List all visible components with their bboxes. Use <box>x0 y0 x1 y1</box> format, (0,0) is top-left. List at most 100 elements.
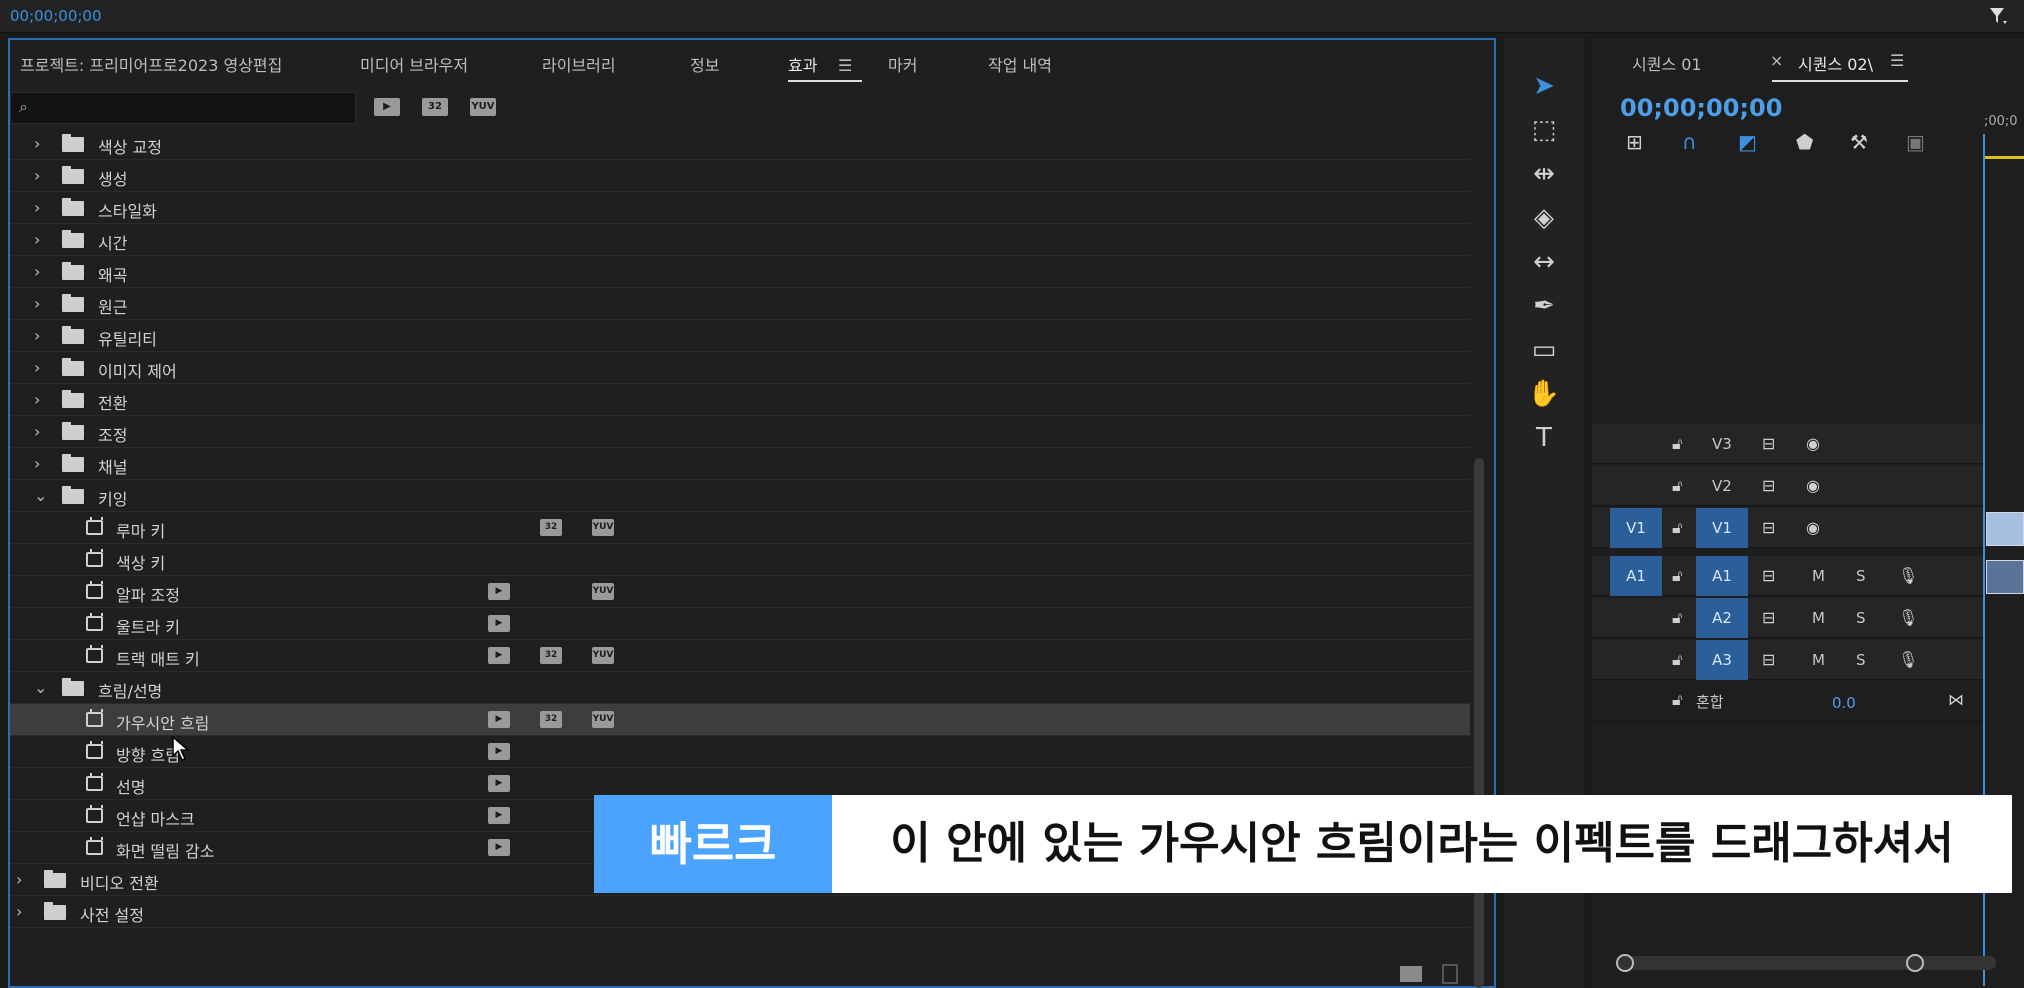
tree-effect[interactable]: 트랙 매트 키 ▶ 32 YUV <box>10 640 1470 672</box>
rectangle-tool-icon[interactable]: ▭ <box>1526 332 1562 368</box>
mix-volume-value[interactable]: 0.0 <box>1832 694 1856 712</box>
yuv-filter-button[interactable]: YUV <box>470 98 496 116</box>
sync-lock-icon[interactable]: ⊟ <box>1762 434 1775 453</box>
scroll-handle-right[interactable] <box>1906 954 1924 972</box>
tree-effect-selected[interactable]: 가우시안 흐림 ▶ 32 YUV <box>10 704 1470 736</box>
timeline-horizontal-scrollbar[interactable] <box>1616 954 1996 972</box>
tab-effects[interactable]: 효과 <box>788 52 817 76</box>
tree-folder[interactable]: › 색상 교정 <box>10 128 1470 160</box>
captions-icon[interactable]: ▣ <box>1906 130 1925 154</box>
tab-sequence-01[interactable]: 시퀀스 01 <box>1632 51 1702 75</box>
sync-lock-icon[interactable]: ⊟ <box>1762 650 1775 669</box>
chevron-right-icon[interactable]: › <box>16 870 22 889</box>
hand-tool-icon[interactable]: ✋ <box>1526 376 1562 412</box>
add-marker-icon[interactable]: ⬟ <box>1796 130 1813 154</box>
snap-magnet-icon[interactable]: ∩ <box>1682 130 1697 154</box>
razor-tool-icon[interactable]: ◈ <box>1526 200 1562 236</box>
tree-folder[interactable]: › 원근 <box>10 288 1470 320</box>
lock-icon[interactable]: 🔓︎ <box>1672 518 1682 538</box>
tab-markers[interactable]: 마커 <box>888 52 917 76</box>
chevron-right-icon[interactable]: › <box>34 198 40 217</box>
chevron-right-icon[interactable]: › <box>34 262 40 281</box>
solo-button[interactable]: S <box>1856 609 1866 627</box>
chevron-right-icon[interactable]: › <box>34 134 40 153</box>
tree-effect[interactable]: 울트라 키 ▶ <box>10 608 1470 640</box>
tree-effect[interactable]: 색상 키 <box>10 544 1470 576</box>
bowtie-icon[interactable]: ⋈ <box>1948 690 1964 709</box>
chevron-right-icon[interactable]: › <box>34 166 40 185</box>
sequence-menu-icon[interactable]: ☰ <box>1890 51 1904 70</box>
tree-folder[interactable]: › 조정 <box>10 416 1470 448</box>
chevron-right-icon[interactable]: › <box>34 326 40 345</box>
microphone-icon[interactable]: 🎙︎ <box>1898 566 1918 585</box>
lock-icon[interactable]: 🔓︎ <box>1672 476 1682 496</box>
close-tab-icon[interactable]: × <box>1770 51 1783 70</box>
tree-folder[interactable]: › 사전 설정 <box>10 896 1470 928</box>
microphone-icon[interactable]: 🎙︎ <box>1898 650 1918 669</box>
mute-button[interactable]: M <box>1812 651 1825 669</box>
32bit-filter-button[interactable]: 32 <box>422 98 448 116</box>
chevron-right-icon[interactable]: › <box>34 358 40 377</box>
panel-menu-icon[interactable]: ☰ <box>838 56 852 75</box>
tree-folder[interactable]: › 스타일화 <box>10 192 1470 224</box>
track-target-a3[interactable]: A3 <box>1696 640 1748 680</box>
tree-folder[interactable]: › 유틸리티 <box>10 320 1470 352</box>
tree-effect[interactable]: 방향 흐림 ▶ <box>10 736 1470 768</box>
mute-button[interactable]: M <box>1812 609 1825 627</box>
eye-icon[interactable]: ◉ <box>1806 518 1820 537</box>
tree-folder[interactable]: › 전환 <box>10 384 1470 416</box>
eye-icon[interactable]: ◉ <box>1806 434 1820 453</box>
linked-selection-icon[interactable]: ◩ <box>1738 130 1757 154</box>
tree-folder[interactable]: › 시간 <box>10 224 1470 256</box>
chevron-right-icon[interactable]: › <box>34 230 40 249</box>
trash-icon[interactable] <box>1442 964 1458 984</box>
new-bin-icon[interactable] <box>1400 966 1422 982</box>
ripple-edit-tool-icon[interactable]: ⇹ <box>1526 156 1562 192</box>
tree-folder[interactable]: › 이미지 제어 <box>10 352 1470 384</box>
solo-button[interactable]: S <box>1856 651 1866 669</box>
selection-tool-icon[interactable]: ➤ <box>1526 68 1562 104</box>
chevron-down-icon[interactable]: ⌄ <box>34 486 47 505</box>
tab-libraries[interactable]: 라이브러리 <box>542 52 616 76</box>
chevron-right-icon[interactable]: › <box>34 390 40 409</box>
filter-icon[interactable] <box>1988 5 2008 27</box>
chevron-right-icon[interactable]: › <box>16 902 22 921</box>
tree-folder[interactable]: › 생성 <box>10 160 1470 192</box>
chevron-right-icon[interactable]: › <box>34 294 40 313</box>
chevron-down-icon[interactable]: ⌄ <box>34 678 47 697</box>
sync-lock-icon[interactable]: ⊟ <box>1762 608 1775 627</box>
tree-folder[interactable]: › 채널 <box>10 448 1470 480</box>
work-area-bar[interactable] <box>1985 156 2024 159</box>
lock-icon[interactable]: 🔓︎ <box>1672 434 1682 454</box>
track-select-tool-icon[interactable]: ⬚ <box>1526 112 1562 148</box>
playhead-timecode[interactable]: 00;00;00;00 <box>1620 94 1782 122</box>
sync-lock-icon[interactable]: ⊟ <box>1762 476 1775 495</box>
accelerated-effects-filter-icon[interactable]: ▶ <box>374 98 400 116</box>
lock-icon[interactable]: 🔓︎ <box>1672 650 1682 670</box>
tree-folder-open[interactable]: ⌄ 키잉 <box>10 480 1470 512</box>
chevron-right-icon[interactable]: › <box>34 454 40 473</box>
audio-clip[interactable] <box>1986 560 2024 594</box>
video-clip[interactable] <box>1986 512 2024 546</box>
microphone-icon[interactable]: 🎙︎ <box>1898 608 1918 627</box>
lock-icon[interactable]: 🔓︎ <box>1672 690 1682 710</box>
tree-effect[interactable]: 루마 키 32 YUV <box>10 512 1470 544</box>
effects-search-input[interactable]: ⌕ <box>10 92 356 124</box>
tab-history[interactable]: 작업 내역 <box>988 52 1052 76</box>
solo-button[interactable]: S <box>1856 567 1866 585</box>
chevron-right-icon[interactable]: › <box>34 422 40 441</box>
slip-tool-icon[interactable]: ↔ <box>1526 244 1562 280</box>
wrench-settings-icon[interactable]: ⚒ <box>1850 130 1868 154</box>
source-patch-a1[interactable]: A1 <box>1610 556 1662 596</box>
tab-info[interactable]: 정보 <box>690 52 719 76</box>
track-target-a1[interactable]: A1 <box>1696 556 1748 596</box>
lock-icon[interactable]: 🔓︎ <box>1672 608 1682 628</box>
tab-media-browser[interactable]: 미디어 브라우저 <box>360 52 468 76</box>
eye-icon[interactable]: ◉ <box>1806 476 1820 495</box>
track-target-a2[interactable]: A2 <box>1696 598 1748 638</box>
scroll-handle-left[interactable] <box>1616 954 1634 972</box>
lock-icon[interactable]: 🔓︎ <box>1672 566 1682 586</box>
tree-folder-open[interactable]: ⌄ 흐림/선명 <box>10 672 1470 704</box>
source-patch-v1[interactable]: V1 <box>1610 508 1662 548</box>
pen-tool-icon[interactable]: ✒ <box>1526 288 1562 324</box>
